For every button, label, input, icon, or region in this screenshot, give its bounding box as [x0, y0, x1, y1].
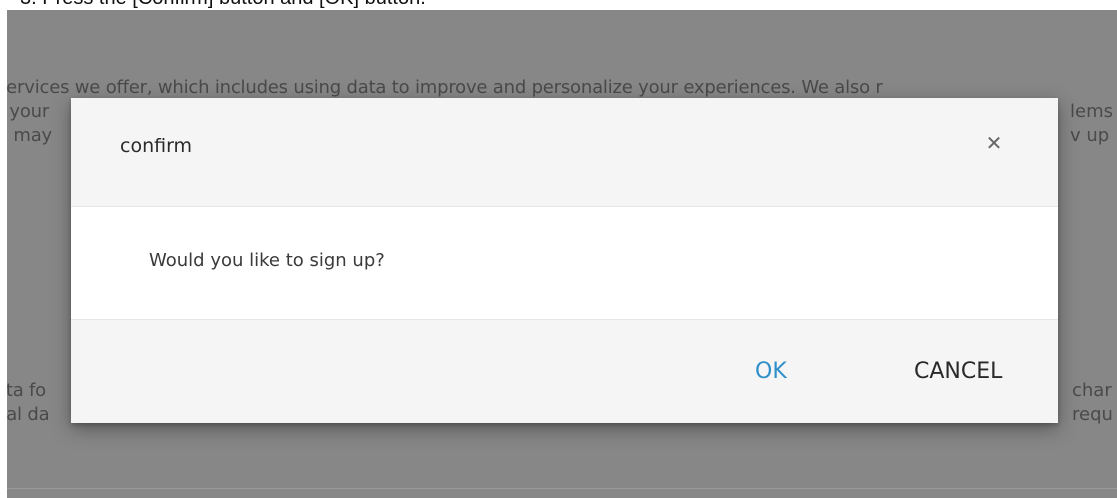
dialog-message: Would you like to sign up?: [149, 250, 385, 271]
background-text-line: t your: [7, 101, 50, 122]
dialog-title: confirm: [120, 135, 193, 157]
background-text-line: e may: [7, 125, 53, 146]
close-icon[interactable]: ✕: [976, 125, 1012, 161]
background-text-line: nal da: [7, 404, 50, 425]
background-text-line: ata fo: [7, 380, 46, 401]
dialog-footer: OK CANCEL: [71, 319, 1058, 423]
dialog-body: Would you like to sign up?: [71, 207, 1058, 319]
ok-button[interactable]: OK: [755, 356, 787, 388]
confirm-dialog: confirm ✕ Would you like to sign up? OK …: [71, 98, 1058, 423]
background-text-fragment: char: [1072, 380, 1112, 401]
dialog-header: confirm ✕: [71, 98, 1058, 207]
background-text-fragment: requ: [1072, 404, 1113, 425]
instruction-caption: 3. Press the [Confirm] button and [OK] b…: [0, 0, 1117, 10]
screen: 3. Press the [Confirm] button and [OK] b…: [0, 0, 1117, 498]
background-text-fragment: lems: [1070, 101, 1113, 122]
cancel-button[interactable]: CANCEL: [914, 356, 1002, 388]
background-text-fragment: v up: [1070, 125, 1110, 146]
background-text-line: services we offer, which includes using …: [7, 77, 883, 98]
background-divider: [7, 488, 1117, 489]
